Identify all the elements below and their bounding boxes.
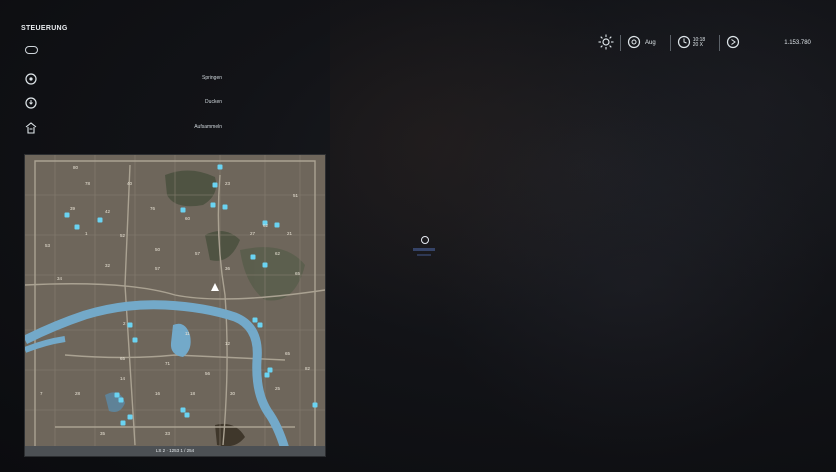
field-number: 65 xyxy=(120,356,126,361)
poi-marker-icon[interactable] xyxy=(132,337,138,343)
button-a-icon xyxy=(24,72,38,86)
poi-marker-icon[interactable] xyxy=(267,367,273,373)
field-number: 25 xyxy=(275,386,281,391)
poi-marker-icon[interactable] xyxy=(97,217,103,223)
poi-marker-icon[interactable] xyxy=(210,202,216,208)
control-label-pickup: Aufsammeln xyxy=(194,124,222,130)
control-label-crouch: Ducken xyxy=(205,99,222,105)
poi-marker-icon[interactable] xyxy=(120,420,126,426)
poi-marker-icon[interactable] xyxy=(64,212,70,218)
field-number: 60 xyxy=(185,216,191,221)
field-number: 30 xyxy=(230,391,236,396)
field-number: 18 xyxy=(190,391,196,396)
field-number: 39 xyxy=(70,206,76,211)
clock-icon xyxy=(677,35,691,51)
field-number: 28 xyxy=(75,391,81,396)
poi-marker-icon[interactable] xyxy=(264,372,270,378)
field-number: 53 xyxy=(45,243,51,248)
field-number: 42 xyxy=(105,209,111,214)
button-b-icon xyxy=(24,96,38,110)
speed-icon xyxy=(726,35,740,51)
control-row-crouch: Ducken xyxy=(24,96,234,110)
field-number: 14 xyxy=(120,376,126,381)
minimap-footer: LS 2 · 1253 1 / 254 xyxy=(25,446,325,456)
field-number: 51 xyxy=(293,193,299,198)
lake xyxy=(170,323,191,357)
player-position-icon xyxy=(413,232,437,262)
field-number: 56 xyxy=(205,371,211,376)
poi-marker-icon[interactable] xyxy=(262,262,268,268)
poi-marker-icon[interactable] xyxy=(118,397,124,403)
field-number: 36 xyxy=(225,266,231,271)
field-number: 57 xyxy=(195,251,201,256)
field-number: 50 xyxy=(155,247,161,252)
field-number: 52 xyxy=(120,233,126,238)
field-number: 21 xyxy=(287,231,293,236)
field-number: 27 xyxy=(250,231,256,236)
field-number: 40 xyxy=(127,181,133,186)
field-number: 71 xyxy=(165,361,171,366)
poi-marker-icon[interactable] xyxy=(274,222,280,228)
hud-month: Aug xyxy=(645,40,656,46)
field-number: 82 xyxy=(305,366,311,371)
field-number: 65 xyxy=(295,271,301,276)
poi-marker-icon[interactable] xyxy=(212,182,218,188)
minimap-svg: 8078 40 235139427660621 525057 6253325734362… xyxy=(25,155,325,456)
hand-grab-icon xyxy=(24,121,38,135)
poi-marker-icon[interactable] xyxy=(250,254,256,260)
field-number: 2 xyxy=(123,321,126,326)
field-number: 23 xyxy=(225,181,231,186)
poi-marker-icon[interactable] xyxy=(222,204,228,210)
field-number: 32 xyxy=(105,263,111,268)
poi-marker-icon[interactable] xyxy=(180,407,186,413)
poi-marker-icon[interactable] xyxy=(312,402,318,408)
hud-bar: Aug 10:18 20 X 1.153.780 xyxy=(598,33,811,53)
poi-marker-icon[interactable] xyxy=(127,322,133,328)
field-number: 62 xyxy=(263,223,269,228)
poi-marker-icon[interactable] xyxy=(114,392,120,398)
field-number: 33 xyxy=(165,431,171,436)
control-row-keycap xyxy=(24,43,234,57)
field-number: 65 xyxy=(285,351,291,356)
poi-marker-icon[interactable] xyxy=(74,224,80,230)
hud-money: 1.153.780 xyxy=(784,40,811,46)
poi-marker-icon[interactable] xyxy=(180,207,186,213)
field-number: 57 xyxy=(155,266,161,271)
field-number: 78 xyxy=(85,181,91,186)
minimap[interactable]: 80 78 40 23 51 39 42 76 60 62 1 52 50 57 62 53 32 57 34 36 2… xyxy=(25,155,325,456)
control-label-jump: Springen xyxy=(201,75,222,81)
river xyxy=(25,300,292,456)
world-background xyxy=(330,0,836,472)
field-number: 35 xyxy=(100,431,106,436)
forest-patch xyxy=(165,170,217,207)
season-gear-icon xyxy=(627,35,641,51)
poi-marker-icon[interactable] xyxy=(184,412,190,418)
control-row-jump: Springen xyxy=(24,72,234,86)
sun-icon xyxy=(598,34,614,52)
controls-title: STEUERUNG xyxy=(21,25,68,32)
field-number: 34 xyxy=(57,276,63,281)
field-number: 76 xyxy=(150,206,156,211)
field-number: 16 xyxy=(155,391,161,396)
field-number: 7 xyxy=(40,391,43,396)
poi-marker-icon[interactable] xyxy=(217,164,223,170)
field-number: 11 xyxy=(185,331,190,336)
hud-day: 20 X xyxy=(692,42,703,48)
field-number: 80 xyxy=(73,165,79,170)
field-number: 12 xyxy=(225,341,231,346)
field-number: 62 xyxy=(275,251,281,256)
forest-patch xyxy=(205,231,240,261)
poi-marker-icon[interactable] xyxy=(127,414,133,420)
control-row-pickup: Aufsammeln xyxy=(24,121,234,135)
keycap-icon xyxy=(24,43,38,57)
minimap-player-arrow-icon xyxy=(211,283,219,291)
poi-marker-icon[interactable] xyxy=(252,317,258,323)
poi-marker-icon[interactable] xyxy=(257,322,263,328)
